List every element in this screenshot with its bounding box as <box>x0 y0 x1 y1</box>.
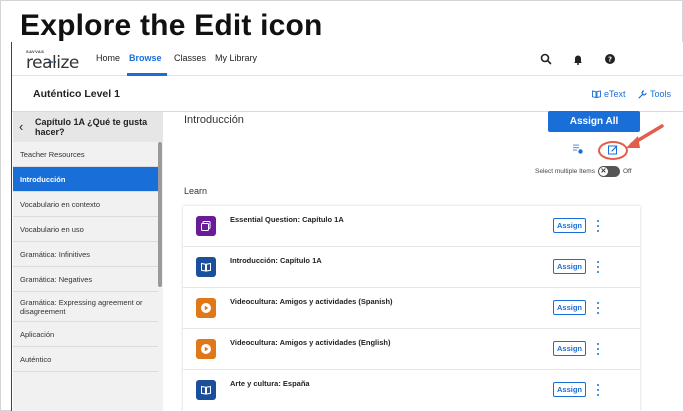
reorder-icon[interactable] <box>572 143 584 155</box>
more-options-icon[interactable] <box>595 259 601 274</box>
more-options-icon[interactable] <box>595 341 601 356</box>
item-title[interactable]: Essential Question: Capítulo 1A <box>230 215 344 224</box>
nav-classes[interactable]: Classes <box>174 53 206 63</box>
chevron-left-icon[interactable]: ‹ <box>19 119 23 134</box>
list-item[interactable]: Introducción: Capítulo 1A Assign <box>183 247 640 288</box>
assign-button[interactable]: Assign <box>553 259 586 274</box>
sidebar-item-vocabulario-contexto[interactable]: Vocabulario en contexto <box>13 192 158 217</box>
sidebar-item-teacher-resources[interactable]: Teacher Resources <box>13 142 158 167</box>
cards-icon <box>196 216 216 236</box>
course-header: Auténtico Level 1 eText Tools <box>12 76 683 112</box>
sidebar-item-vocabulario-uso[interactable]: Vocabulario en uso <box>13 217 158 242</box>
svg-text:?: ? <box>608 56 612 64</box>
help-icon[interactable]: ? <box>603 52 617 66</box>
list-item[interactable]: Arte y cultura: España Assign <box>183 370 640 411</box>
sidebar-item-introduccion[interactable]: Introducción <box>13 167 158 192</box>
etext-label: eText <box>604 89 626 99</box>
logo-word: realize <box>26 53 79 73</box>
select-multiple-label: Select multiple Items <box>535 168 595 175</box>
sidebar-header[interactable]: ‹ Capítulo 1A ¿Qué te gusta hacer? <box>13 112 163 142</box>
item-title[interactable]: Videocultura: Amigos y actividades (Span… <box>230 297 393 306</box>
sidebar-scrollbar[interactable] <box>158 142 162 287</box>
assign-button[interactable]: Assign <box>553 382 586 397</box>
assign-button[interactable]: Assign <box>553 341 586 356</box>
item-title[interactable]: Videocultura: Amigos y actividades (Engl… <box>230 338 390 347</box>
book-open-icon <box>592 90 601 98</box>
sidebar-item-autentico[interactable]: Auténtico <box>13 347 158 372</box>
play-icon <box>196 298 216 318</box>
book-icon <box>196 380 216 400</box>
toggle-state-label: Off <box>622 168 632 175</box>
etext-link[interactable]: eText <box>592 89 626 99</box>
more-options-icon[interactable] <box>595 382 601 397</box>
play-icon <box>196 339 216 359</box>
toggle-x-icon: ✕ <box>598 167 608 176</box>
section-title: Introducción <box>184 114 244 126</box>
realize-logo[interactable]: SAVVAS realize <box>26 49 90 73</box>
sidebar-title: Capítulo 1A ¿Qué te gusta hacer? <box>35 117 148 137</box>
more-options-icon[interactable] <box>595 300 601 315</box>
tools-label: Tools <box>650 89 672 99</box>
list-item[interactable]: Videocultura: Amigos y actividades (Engl… <box>183 329 640 370</box>
learn-label: Learn <box>184 186 208 196</box>
search-icon[interactable] <box>539 52 553 66</box>
page-heading: Explore the Edit icon <box>20 9 323 42</box>
sidebar-item-gramatica-agreement[interactable]: Gramática: Expressing agreement or disag… <box>13 292 158 322</box>
item-title[interactable]: Arte y cultura: España <box>230 379 310 388</box>
nav-my-library[interactable]: My Library <box>215 53 257 63</box>
bell-icon[interactable] <box>571 52 585 66</box>
top-nav: SAVVAS realize Home Browse Classes My Li… <box>12 42 683 76</box>
nav-home[interactable]: Home <box>96 53 120 63</box>
course-title: Auténtico Level 1 <box>33 88 120 100</box>
assign-button[interactable]: Assign <box>553 300 586 315</box>
nav-browse[interactable]: Browse <box>129 53 162 63</box>
pointer-arrow-icon <box>626 124 664 148</box>
resource-list: Essential Question: Capítulo 1A Assign I… <box>183 206 640 411</box>
book-icon <box>196 257 216 277</box>
list-item[interactable]: Videocultura: Amigos y actividades (Span… <box>183 288 640 329</box>
wrench-icon <box>638 89 647 99</box>
select-multiple-control: Select multiple Items ✕ Off <box>535 166 632 177</box>
chapter-sidebar: ‹ Capítulo 1A ¿Qué te gusta hacer? Teach… <box>13 112 163 411</box>
sidebar-item-aplicacion[interactable]: Aplicación <box>13 322 158 347</box>
item-title[interactable]: Introducción: Capítulo 1A <box>230 256 322 265</box>
assign-button[interactable]: Assign <box>553 218 586 233</box>
tools-link[interactable]: Tools <box>638 89 671 99</box>
list-item[interactable]: Essential Question: Capítulo 1A Assign <box>183 206 640 247</box>
more-options-icon[interactable] <box>595 218 601 233</box>
sidebar-item-gramatica-infinitives[interactable]: Gramática: Infinitives <box>13 242 158 267</box>
sidebar-item-gramatica-negatives[interactable]: Gramática: Negatives <box>13 267 158 292</box>
select-multiple-toggle[interactable]: ✕ <box>597 166 620 177</box>
